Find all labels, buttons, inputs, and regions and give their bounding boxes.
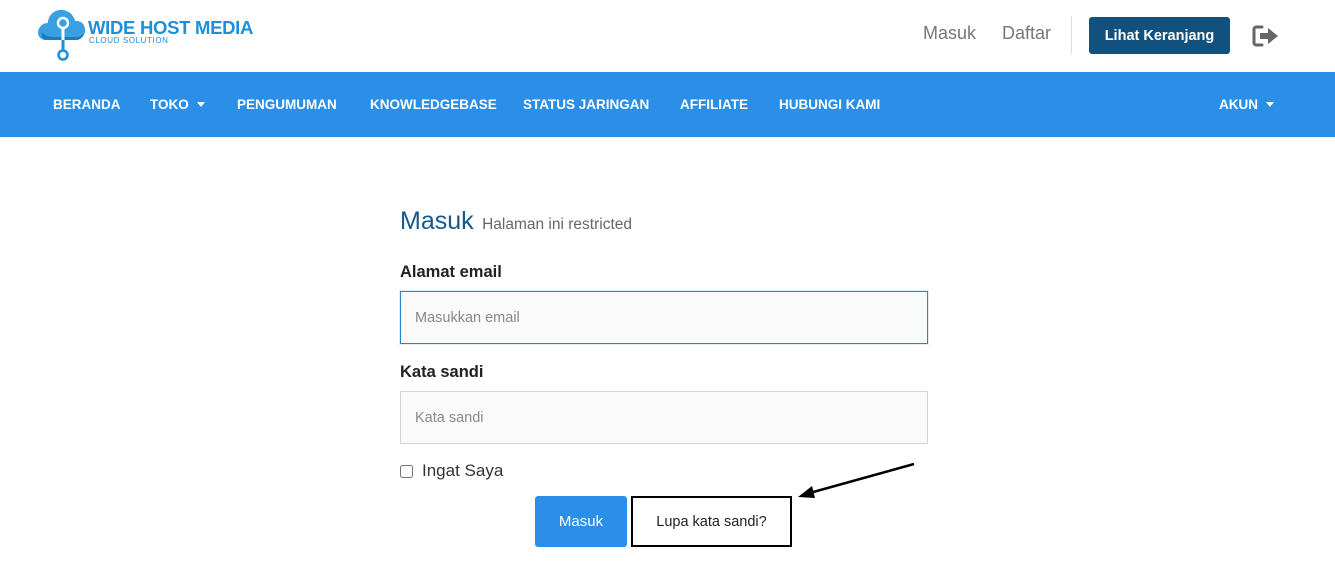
header: WIDE HOST MEDIA CLOUD SOLUTION Masuk Daf… [0, 0, 1335, 72]
forgot-password-link[interactable]: Lupa kata sandi? [631, 496, 792, 547]
nav-item-status-jaringan[interactable]: STATUS JARINGAN [523, 72, 649, 137]
caret-down-icon [1266, 102, 1274, 107]
header-login-link[interactable]: Masuk [923, 23, 976, 44]
nav-item-affiliate[interactable]: AFFILIATE [680, 72, 748, 137]
email-field[interactable] [400, 291, 928, 344]
brand-logo[interactable]: WIDE HOST MEDIA CLOUD SOLUTION [36, 6, 266, 62]
view-cart-button[interactable]: Lihat Keranjang [1089, 17, 1230, 54]
page-title: Masuk Halaman ini restricted [400, 207, 632, 236]
login-submit-button[interactable]: Masuk [535, 496, 627, 547]
login-title: Masuk [400, 207, 474, 235]
remember-me[interactable]: Ingat Saya [400, 461, 503, 481]
nav-item-beranda[interactable]: BERANDA [53, 72, 121, 137]
nav-item-label: STATUS JARINGAN [523, 97, 650, 112]
password-label: Kata sandi [400, 363, 484, 381]
nav-item-pengumuman[interactable]: PENGUMUMAN [237, 72, 337, 137]
brand-tagline: CLOUD SOLUTION [89, 36, 169, 45]
nav-item-akun[interactable]: AKUN [1219, 72, 1274, 137]
nav-item-label: KNOWLEDGEBASE [370, 97, 497, 112]
nav-item-knowledgebase[interactable]: KNOWLEDGEBASE [370, 72, 497, 137]
header-divider [1071, 16, 1072, 54]
nav-item-label: TOKO [150, 97, 189, 112]
caret-down-icon [196, 102, 205, 107]
email-label: Alamat email [400, 263, 502, 281]
cloud-logo-icon [38, 9, 86, 61]
annotation-arrow-icon [798, 462, 915, 498]
remember-me-label: Ingat Saya [422, 461, 504, 480]
login-subtitle: Halaman ini restricted [482, 216, 632, 233]
remember-me-checkbox[interactable] [400, 464, 413, 478]
nav-item-label: PENGUMUMAN [237, 97, 337, 112]
nav-item-label: AFFILIATE [680, 97, 748, 112]
header-register-link[interactable]: Daftar [1002, 23, 1051, 44]
password-field[interactable] [400, 391, 928, 444]
nav-item-hubungi-kami[interactable]: HUBUNGI KAMI [779, 72, 880, 137]
nav-item-toko[interactable]: TOKO [150, 72, 205, 137]
nav-item-label: AKUN [1219, 97, 1258, 112]
nav-item-label: HUBUNGI KAMI [779, 97, 881, 112]
main-navbar: BERANDA TOKO PENGUMUMAN KNOWLEDGEBASE ST… [0, 72, 1335, 137]
sign-out-icon[interactable] [1252, 24, 1280, 48]
nav-item-label: BERANDA [53, 97, 121, 112]
